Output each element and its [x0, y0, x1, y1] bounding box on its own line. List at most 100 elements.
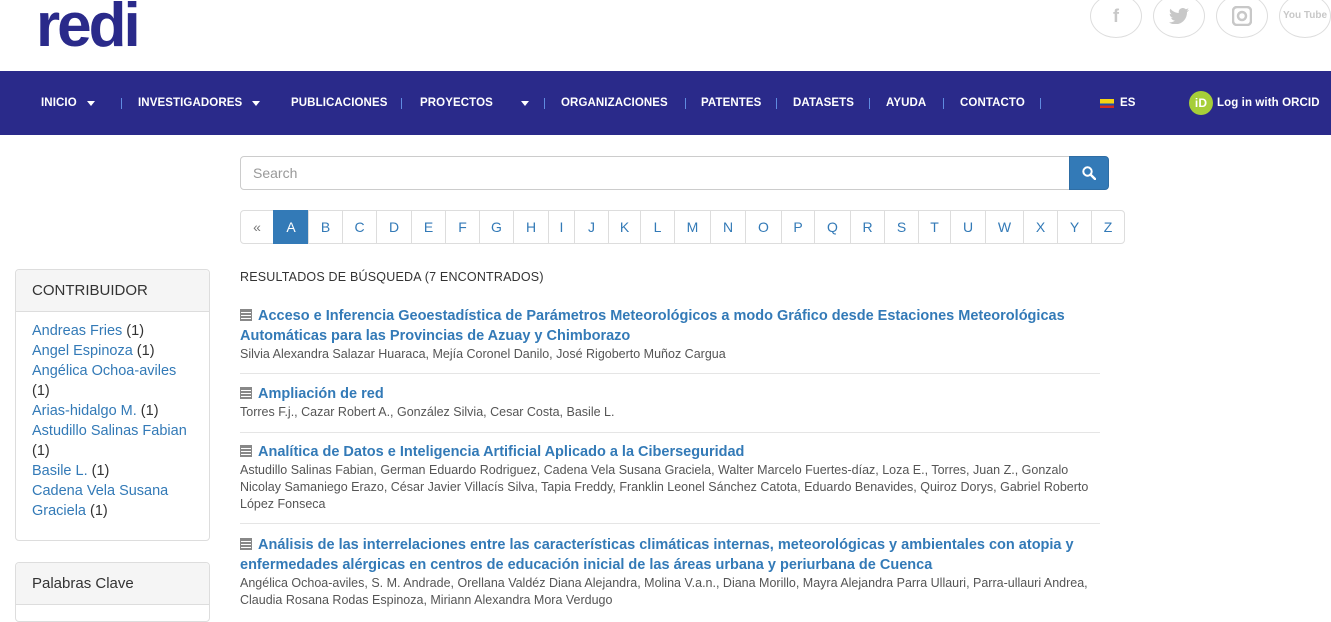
- contribuidor-count: (1): [140, 403, 159, 419]
- orcid-login-label: Log in with ORCID: [1217, 97, 1320, 109]
- nav-inicio[interactable]: INICIO: [41, 71, 95, 135]
- alphabet-letter-q[interactable]: Q: [814, 210, 851, 244]
- nav-divider: [685, 98, 686, 109]
- alphabet-letter-w[interactable]: W: [985, 210, 1024, 244]
- nav-contacto[interactable]: CONTACTO: [960, 71, 1025, 135]
- alphabet-prev[interactable]: «: [240, 210, 274, 244]
- alphabet-letter-o[interactable]: O: [745, 210, 782, 244]
- nav-publicaciones[interactable]: PUBLICACIONES: [291, 71, 388, 135]
- alphabet-letter-d[interactable]: D: [376, 210, 412, 244]
- contribuidor-link[interactable]: Angel Espinoza: [32, 343, 133, 359]
- result-divider: [240, 432, 1100, 433]
- alphabet-letter-t[interactable]: T: [918, 210, 951, 244]
- result-title-text: Analítica de Datos e Inteligencia Artifi…: [258, 444, 745, 460]
- contribuidor-link[interactable]: Astudillo Salinas Fabian: [32, 423, 187, 439]
- nav-divider: [776, 98, 777, 109]
- contribuidor-count: (1): [91, 463, 110, 479]
- alphabet-letter-f[interactable]: F: [445, 210, 480, 244]
- alphabet-letter-i[interactable]: I: [548, 210, 575, 244]
- nav-patentes-label: PATENTES: [701, 97, 762, 109]
- contribuidor-list: Andreas Fries (1) Angel Espinoza (1) Angél…: [16, 312, 209, 533]
- nav-divider: [544, 98, 545, 109]
- results-count-heading: RESULTADOS DE BÚSQUEDA (7 ENCONTRADOS): [240, 270, 544, 284]
- result-authors: Silvia Alexandra Salazar Huaraca, Mejía …: [240, 347, 726, 361]
- facebook-icon[interactable]: f: [1090, 0, 1142, 38]
- nav-proyectos[interactable]: PROYECTOS: [420, 71, 529, 135]
- alphabet-letter-g[interactable]: G: [479, 210, 514, 244]
- orcid-login-button[interactable]: iD Log in with ORCID: [1189, 71, 1320, 135]
- alphabet-letter-r[interactable]: R: [850, 210, 885, 244]
- search-button[interactable]: [1069, 156, 1109, 190]
- language-label: ES: [1120, 97, 1136, 109]
- nav-contacto-label: CONTACTO: [960, 97, 1025, 109]
- nav-patentes[interactable]: PATENTES: [701, 71, 761, 135]
- svg-text:redi: redi: [36, 0, 138, 56]
- header: redi f You Tube: [0, 0, 1331, 71]
- alphabet-filter: « ABCDEFGHIJKLMNOPQRSTUWXYZ: [240, 210, 1125, 244]
- alphabet-letter-h[interactable]: H: [513, 210, 549, 244]
- contribuidor-link[interactable]: Basile L.: [32, 463, 88, 479]
- language-selector[interactable]: ES: [1100, 71, 1136, 135]
- facet-heading: CONTRIBUIDOR: [16, 270, 209, 312]
- alphabet-letter-p[interactable]: P: [781, 210, 815, 244]
- alphabet-letter-x[interactable]: X: [1023, 210, 1058, 244]
- nav-divider: [869, 98, 870, 109]
- result-item: Acceso e Inferencia Geoestadística de Pa…: [240, 306, 1100, 363]
- nav-ayuda[interactable]: AYUDA: [886, 71, 926, 135]
- alphabet-letter-k[interactable]: K: [608, 210, 641, 244]
- document-icon: [240, 445, 252, 457]
- search-input[interactable]: [241, 157, 1069, 189]
- result-title-text: Acceso e Inferencia Geoestadística de Pa…: [240, 308, 1065, 344]
- alphabet-letter-j[interactable]: J: [574, 210, 609, 244]
- twitter-icon[interactable]: [1153, 0, 1205, 38]
- nav-organizaciones[interactable]: ORGANIZACIONES: [561, 71, 668, 135]
- alphabet-letter-b[interactable]: B: [308, 210, 343, 244]
- nav-divider: [1040, 98, 1041, 109]
- search-icon: [1082, 166, 1096, 180]
- result-title-link[interactable]: Ampliación de red: [240, 384, 1100, 404]
- result-authors: Astudillo Salinas Fabian, German Eduardo…: [240, 463, 1089, 511]
- alphabet-letter-m[interactable]: M: [674, 210, 711, 244]
- result-divider: [240, 373, 1100, 374]
- result-title-link[interactable]: Analítica de Datos e Inteligencia Artifi…: [240, 442, 1100, 462]
- nav-organizaciones-label: ORGANIZACIONES: [561, 97, 668, 109]
- result-divider: [240, 523, 1100, 524]
- contribuidor-item: Angélica Ochoa-aviles (1): [32, 361, 194, 401]
- alphabet-letter-z[interactable]: Z: [1091, 210, 1125, 244]
- contribuidor-link[interactable]: Arias-hidalgo M.: [32, 403, 137, 419]
- nav-divider: [121, 98, 122, 109]
- contribuidor-count: (1): [126, 323, 145, 339]
- nav-datasets[interactable]: DATASETS: [793, 71, 854, 135]
- alphabet-letter-s[interactable]: S: [884, 210, 919, 244]
- alphabet-letter-e[interactable]: E: [411, 210, 446, 244]
- result-item: Análisis de las interrelaciones entre la…: [240, 535, 1100, 609]
- nav-inicio-label: INICIO: [41, 97, 77, 109]
- result-title-link[interactable]: Acceso e Inferencia Geoestadística de Pa…: [240, 306, 1100, 346]
- nav-datasets-label: DATASETS: [793, 97, 855, 109]
- contribuidor-link[interactable]: Andreas Fries: [32, 323, 122, 339]
- youtube-icon[interactable]: You Tube: [1279, 0, 1331, 38]
- result-item: Analítica de Datos e Inteligencia Artifi…: [240, 442, 1100, 513]
- alphabet-letter-y[interactable]: Y: [1057, 210, 1092, 244]
- contribuidor-link[interactable]: Angélica Ochoa-aviles: [32, 363, 176, 379]
- chevron-down-icon: [252, 100, 261, 106]
- nav-publicaciones-label: PUBLICACIONES: [291, 97, 388, 109]
- alphabet-letter-a[interactable]: A: [273, 210, 309, 244]
- nav-proyectos-label: PROYECTOS: [420, 97, 493, 109]
- alphabet-letter-l[interactable]: L: [640, 210, 675, 244]
- alphabet-letter-u[interactable]: U: [950, 210, 986, 244]
- instagram-icon[interactable]: [1216, 0, 1268, 38]
- result-title-text: Ampliación de red: [258, 386, 384, 402]
- contribuidor-facet: CONTRIBUIDOR Andreas Fries (1) Angel Espi…: [15, 269, 210, 541]
- result-authors: Angélica Ochoa-aviles, S. M. Andrade, Or…: [240, 576, 1088, 607]
- nav-investigadores[interactable]: INVESTIGADORES: [138, 71, 261, 135]
- alphabet-letter-n[interactable]: N: [710, 210, 746, 244]
- redi-logo[interactable]: redi: [36, 0, 146, 56]
- contribuidor-count: (1): [136, 343, 155, 359]
- nav-divider: [401, 98, 402, 109]
- chevron-down-icon: [520, 100, 529, 106]
- result-title-link[interactable]: Análisis de las interrelaciones entre la…: [240, 535, 1100, 575]
- alphabet-letter-c[interactable]: C: [342, 210, 377, 244]
- document-icon: [240, 538, 252, 550]
- contribuidor-count: (1): [90, 503, 108, 519]
